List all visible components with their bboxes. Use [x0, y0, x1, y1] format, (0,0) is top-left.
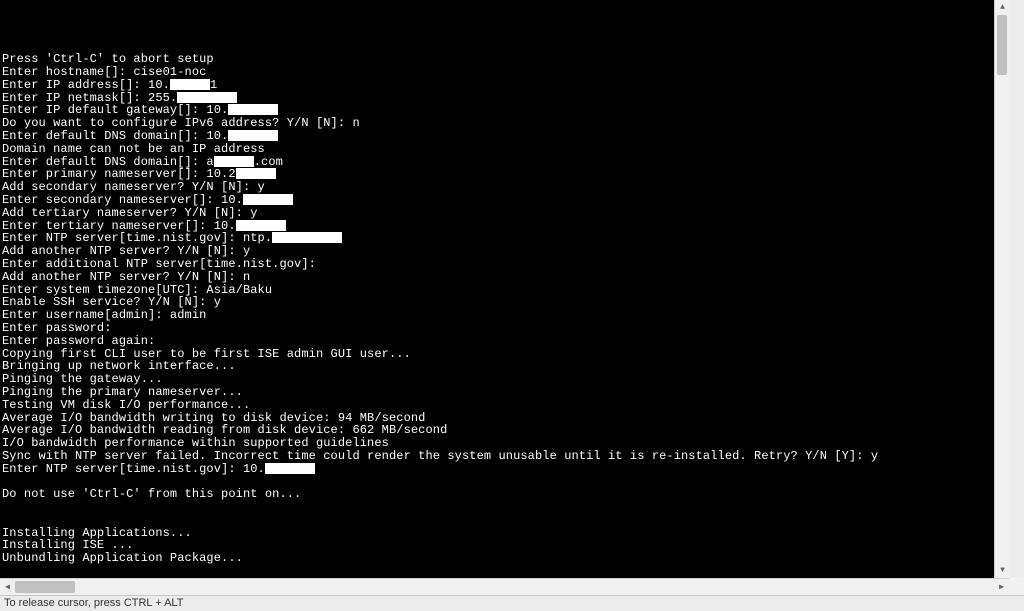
- console-line: Enter password again:: [2, 335, 1009, 348]
- console-line: Add another NTP server? Y/N [N]: n: [2, 271, 1009, 284]
- console-viewport[interactable]: Press 'Ctrl-C' to abort setupEnter hostn…: [0, 0, 1009, 578]
- console-line: Enter default DNS domain[]: 10.: [2, 130, 1009, 143]
- horizontal-scrollbar[interactable]: ◀ ▶: [0, 578, 1009, 595]
- console-line: [2, 28, 1009, 41]
- console-line: Installing Applications...: [2, 527, 1009, 540]
- redaction-block: [243, 194, 293, 205]
- console-line: [2, 2, 1009, 15]
- console-line: [2, 514, 1009, 527]
- console-line: Enter hostname[]: cise01-noc: [2, 66, 1009, 79]
- console-line: Enter username[admin]: admin: [2, 309, 1009, 322]
- horizontal-scroll-track[interactable]: [15, 579, 994, 595]
- status-bar: To release cursor, press CTRL + ALT: [0, 595, 1024, 611]
- vertical-scroll-track[interactable]: [995, 15, 1009, 563]
- console-line: Enter IP address[]: 10.1: [2, 79, 1009, 92]
- scroll-left-arrow-icon[interactable]: ◀: [0, 579, 15, 594]
- console-line: Enter additional NTP server[time.nist.go…: [2, 258, 1009, 271]
- scrollbar-corner: [1009, 578, 1024, 595]
- redaction-block: [177, 92, 237, 103]
- redaction-block: [236, 168, 276, 179]
- redaction-block: [265, 463, 315, 474]
- console-line: Do not use 'Ctrl-C' from this point on..…: [2, 488, 1009, 501]
- console-line: Unbundling Application Package...: [2, 552, 1009, 565]
- status-text: To release cursor, press CTRL + ALT: [4, 597, 183, 609]
- horizontal-scroll-thumb[interactable]: [15, 581, 75, 593]
- console-output: Press 'Ctrl-C' to abort setupEnter hostn…: [0, 0, 1009, 578]
- vm-console-window: Press 'Ctrl-C' to abort setupEnter hostn…: [0, 0, 1024, 611]
- console-line: Domain name can not be an IP address: [2, 143, 1009, 156]
- console-line: Enter secondary nameserver[]: 10.: [2, 194, 1009, 207]
- vertical-scrollbar[interactable]: ▲ ▼: [994, 0, 1009, 578]
- console-line: Enter NTP server[time.nist.gov]: 10.: [2, 463, 1009, 476]
- redaction-block: [236, 220, 286, 231]
- scroll-right-arrow-icon[interactable]: ▶: [994, 579, 1009, 594]
- console-line: [2, 501, 1009, 514]
- console-line: [2, 15, 1009, 28]
- vertical-scroll-thumb[interactable]: [997, 15, 1007, 75]
- redaction-block: [170, 79, 210, 90]
- redaction-block: [272, 232, 342, 243]
- console-line: Pinging the primary nameserver...: [2, 386, 1009, 399]
- console-line: Add tertiary nameserver? Y/N [N]: y: [2, 207, 1009, 220]
- console-line: Sync with NTP server failed. Incorrect t…: [2, 450, 1009, 463]
- redaction-block: [214, 156, 254, 167]
- console-line: Enter password:: [2, 322, 1009, 335]
- console-line: Pinging the gateway...: [2, 373, 1009, 386]
- scroll-up-arrow-icon[interactable]: ▲: [995, 0, 1009, 15]
- redaction-block: [228, 130, 278, 141]
- scroll-down-arrow-icon[interactable]: ▼: [995, 563, 1009, 578]
- console-line: Testing VM disk I/O performance...: [2, 399, 1009, 412]
- redaction-block: [228, 104, 278, 115]
- console-line: I/O bandwidth performance within support…: [2, 437, 1009, 450]
